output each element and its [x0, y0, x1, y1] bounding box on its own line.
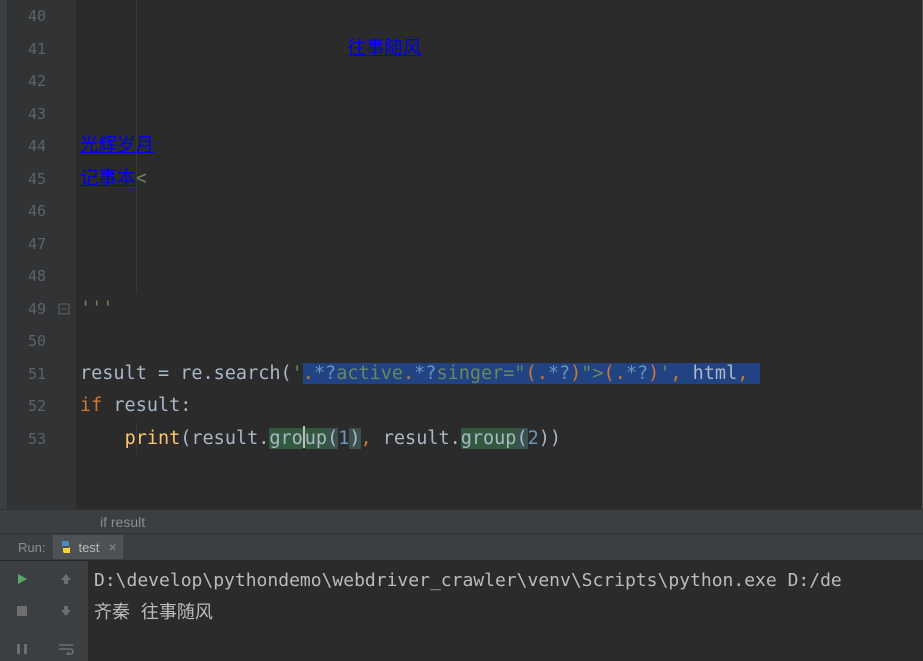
- breadcrumb[interactable]: if result: [0, 509, 923, 533]
- code-line[interactable]: [80, 0, 922, 33]
- line-number[interactable]: 47: [8, 228, 46, 261]
- run-toolwindow-header[interactable]: Run: test ×: [0, 533, 923, 561]
- python-file-icon: [59, 540, 73, 554]
- breadcrumb-item[interactable]: if result: [100, 514, 145, 530]
- line-number[interactable]: 50: [8, 325, 46, 358]
- arrow-down-icon[interactable]: [56, 601, 76, 621]
- code-line[interactable]: [80, 325, 922, 358]
- soft-wrap-icon[interactable]: [56, 639, 76, 659]
- code-line[interactable]: 光辉岁月: [80, 98, 922, 131]
- pause-icon[interactable]: [12, 639, 32, 659]
- line-number[interactable]: 45: [8, 163, 46, 196]
- run-icon[interactable]: [12, 569, 32, 589]
- fold-collapse-icon[interactable]: [58, 300, 70, 312]
- code-line[interactable]: ''': [80, 293, 922, 326]
- console-line: 齐秦 往事随风: [94, 602, 213, 623]
- line-number[interactable]: 49: [8, 293, 46, 326]
- line-number[interactable]: 41: [8, 33, 46, 66]
- line-number[interactable]: 51: [8, 358, 46, 391]
- console-line: D:\develop\pythondemo\webdriver_crawler\…: [94, 570, 842, 591]
- code-line[interactable]: result = re.search('.*?active.*?singer="…: [80, 358, 922, 391]
- code-editor[interactable]: 4041424344454647484950515253 往事随风 光辉岁月 记…: [0, 0, 923, 509]
- left-toolwindow-bar: [0, 0, 8, 509]
- line-number[interactable]: 46: [8, 195, 46, 228]
- arrow-up-icon[interactable]: [56, 569, 76, 589]
- run-tab[interactable]: test ×: [53, 535, 122, 559]
- run-tab-label: test: [78, 540, 99, 555]
- code-line[interactable]: if result:: [80, 390, 922, 423]
- code-line[interactable]: 往事随风: [80, 33, 922, 66]
- code-line[interactable]: print(result.group(1), result.group(2)): [80, 423, 922, 456]
- run-label: Run:: [0, 540, 53, 555]
- fold-column[interactable]: [56, 0, 76, 509]
- line-number-gutter[interactable]: 4041424344454647484950515253: [8, 0, 56, 509]
- code-line[interactable]: [80, 260, 922, 293]
- stop-icon[interactable]: [12, 601, 32, 621]
- line-number[interactable]: 44: [8, 130, 46, 163]
- code-line[interactable]: [80, 195, 922, 228]
- close-icon[interactable]: ×: [108, 539, 116, 555]
- run-console: D:\develop\pythondemo\webdriver_crawler\…: [0, 561, 923, 661]
- line-number[interactable]: 42: [8, 65, 46, 98]
- console-output[interactable]: D:\develop\pythondemo\webdriver_crawler\…: [88, 561, 923, 661]
- code-line[interactable]: 记事本<: [80, 130, 922, 163]
- code-area[interactable]: 往事随风 光辉岁月 记事本< ''' result = re.search('.*…: [76, 0, 923, 509]
- line-number[interactable]: 40: [8, 0, 46, 33]
- code-line[interactable]: [80, 163, 922, 196]
- code-line[interactable]: [80, 228, 922, 261]
- line-number[interactable]: 48: [8, 260, 46, 293]
- line-number[interactable]: 43: [8, 98, 46, 131]
- line-number[interactable]: 52: [8, 390, 46, 423]
- run-controls-left: [0, 561, 44, 661]
- line-number[interactable]: 53: [8, 423, 46, 456]
- run-controls-right: [44, 561, 88, 661]
- code-line[interactable]: [80, 65, 922, 98]
